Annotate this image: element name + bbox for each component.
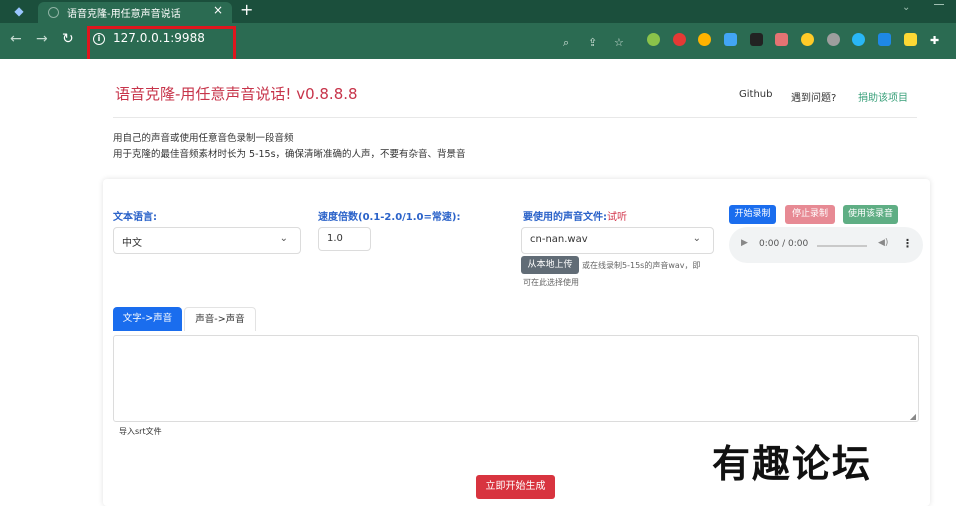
audio-player[interactable]: ▶ 0:00 / 0:00 ◀) ⋮ (729, 227, 923, 263)
browser-tab-bar: ◆ 语音克隆-用任意声音说话 × + ⌄ (0, 0, 956, 23)
use-recording-button[interactable]: 使用该录音 (843, 205, 898, 224)
extension-icon[interactable] (878, 33, 891, 46)
zoom-icon[interactable]: ⌕ (563, 36, 569, 50)
extension-icon[interactable] (647, 33, 660, 46)
extension-icon[interactable] (827, 33, 840, 46)
generate-button[interactable]: 立即开始生成 (476, 475, 555, 499)
more-options-icon[interactable]: ⋮ (902, 237, 913, 250)
chevron-down-icon: ⌄ (692, 233, 701, 244)
forward-icon[interactable]: → (36, 31, 48, 47)
new-tab-button[interactable]: + (240, 0, 253, 19)
donate-link[interactable]: 捐助该项目 (858, 89, 908, 104)
extension-icon[interactable] (698, 33, 711, 46)
import-srt-link[interactable]: 导入srt文件 (119, 426, 162, 437)
voice-file-label: 要使用的声音文件:试听 (523, 208, 627, 223)
page-title: 语音克隆-用任意声音说话! v0.8.8.8 (115, 85, 358, 103)
speed-label: 速度倍数(0.1-2.0/1.0=常速): (318, 212, 461, 223)
text-input-area[interactable]: ◢ (113, 335, 919, 422)
back-icon[interactable]: ← (10, 31, 22, 47)
voice-file-select[interactable]: cn-nan.wav ⌄ (521, 227, 714, 254)
preview-link[interactable]: 试听 (607, 212, 627, 223)
header-divider (113, 117, 917, 118)
upload-local-button[interactable]: 从本地上传 (521, 256, 579, 274)
browser-logo-icon: ◆ (14, 4, 24, 18)
extension-icon[interactable] (724, 33, 737, 46)
browser-tab[interactable]: 语音克隆-用任意声音说话 × (38, 2, 232, 23)
github-link[interactable]: Github (739, 89, 772, 100)
audio-progress-bar[interactable] (817, 245, 867, 247)
language-value: 中文 (122, 238, 142, 249)
upload-hint-2: 可在此选择使用 (523, 278, 579, 287)
reload-icon[interactable]: ↻ (62, 31, 74, 47)
play-icon[interactable]: ▶ (741, 238, 748, 248)
tab-text-to-speech[interactable]: 文字->声音 (113, 307, 182, 331)
window-minimize-icon[interactable] (934, 4, 944, 5)
voice-file-value: cn-nan.wav (530, 234, 588, 245)
share-icon[interactable]: ⇪ (588, 36, 597, 49)
tab-search-icon[interactable]: ⌄ (902, 2, 910, 13)
volume-icon[interactable]: ◀) (878, 238, 888, 248)
bookmark-star-icon[interactable]: ☆ (614, 36, 624, 49)
start-record-button[interactable]: 开始录制 (729, 205, 776, 224)
extension-icon[interactable] (801, 33, 814, 46)
stop-record-button[interactable]: 停止录制 (785, 205, 835, 224)
tab-loading-icon (48, 7, 59, 18)
watermark-text: 有趣论坛 (712, 441, 873, 486)
extension-icon[interactable] (775, 33, 788, 46)
extension-icon[interactable] (673, 33, 686, 46)
chevron-down-icon: ⌄ (279, 233, 288, 244)
intro-line-2: 用于克隆的最佳音频素材时长为 5-15s，确保清晰准确的人声，不要有杂音、背景音 (113, 149, 466, 160)
intro-line-1: 用自己的声音或使用任意音色录制一段音频 (113, 133, 294, 144)
extensions-puzzle-icon[interactable]: ✚ (930, 34, 939, 47)
language-label: 文本语言: (113, 212, 157, 223)
audio-time: 0:00 / 0:00 (759, 239, 809, 249)
tab-close-icon[interactable]: × (213, 3, 223, 17)
extension-icon[interactable] (750, 33, 763, 46)
extension-icon[interactable] (904, 33, 917, 46)
tab-title: 语音克隆-用任意声音说话 (67, 9, 181, 20)
voice-file-label-text: 要使用的声音文件: (523, 212, 607, 223)
resize-handle-icon[interactable]: ◢ (910, 412, 916, 421)
language-select[interactable]: 中文 ⌄ (113, 227, 301, 254)
help-link[interactable]: 遇到问题? (791, 89, 836, 104)
tab-speech-to-speech[interactable]: 声音->声音 (184, 307, 256, 331)
extension-icon[interactable] (852, 33, 865, 46)
speed-input[interactable]: 1.0 (318, 227, 371, 251)
upload-hint-1: 或在线录制5-15s的声音wav，即 (582, 261, 701, 270)
